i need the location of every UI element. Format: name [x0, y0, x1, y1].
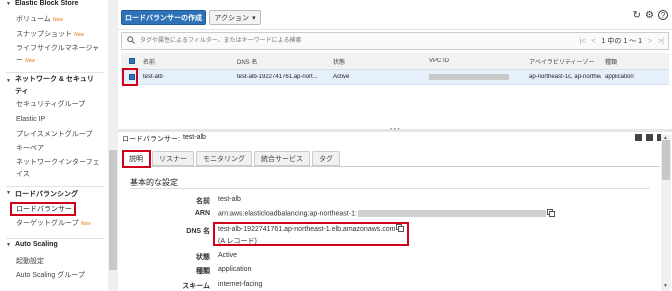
search-icon: [127, 36, 135, 46]
sidebar-item-target-groups[interactable]: ターゲットグループ New: [0, 218, 91, 230]
load-balancer-table: 名前 DNS 名 状態 VPC ID アベイラビリティーゾー 種類 test-a…: [121, 53, 669, 85]
column-header-state[interactable]: 状態: [329, 57, 425, 66]
highlight-box-row-checkbox: [122, 68, 138, 86]
sidebar-scrollbar-thumb[interactable]: [109, 150, 117, 270]
sidebar-item-placement-groups[interactable]: プレイスメントグループ: [0, 129, 92, 140]
detail-scrollbar-thumb[interactable]: [662, 140, 670, 180]
sidebar-divider: [6, 72, 104, 73]
new-badge: New: [80, 221, 91, 227]
new-badge: New: [74, 32, 85, 38]
cell-state: Active: [333, 74, 350, 80]
scroll-up-icon[interactable]: ▲: [663, 135, 668, 141]
search-input[interactable]: [140, 35, 440, 47]
cell-dns: test-alb-1922741761.ap-nort...: [237, 74, 318, 80]
tab-integrated-services[interactable]: 統合サービス: [254, 151, 310, 166]
column-header-az[interactable]: アベイラビリティーゾー: [525, 57, 601, 66]
cell-az: ap-northeast-1c, ap-northeast-: [529, 74, 601, 80]
collapse-triangle-icon: ▼: [6, 78, 11, 84]
arn-redacted: [357, 210, 546, 217]
cell-type: application: [605, 74, 634, 80]
sidebar-header-load-balancing[interactable]: ▼ ロードバランシング: [0, 189, 84, 199]
sidebar-header-auto-scaling[interactable]: ▼ Auto Scaling: [0, 241, 64, 248]
highlight-box-dns-name: [213, 222, 409, 246]
cell-vpc-redacted: [425, 73, 525, 81]
copy-icon[interactable]: [548, 210, 555, 217]
maximize-panel-icon[interactable]: [635, 134, 642, 141]
last-page-button[interactable]: >|: [658, 38, 664, 45]
cell-name: test-alb: [143, 74, 163, 80]
sidebar-item-network-interfaces[interactable]: ネットワークインターフェイス: [0, 157, 104, 181]
sidebar-header-network-security[interactable]: ▼ ネットワーク & セキュリティ: [0, 74, 106, 98]
sidebar-header-ebs[interactable]: ▼ Elastic Block Store: [0, 0, 84, 7]
column-header-vpc[interactable]: VPC ID: [425, 58, 525, 64]
section-divider: [130, 188, 650, 189]
sidebar-item-elastic-ip[interactable]: Elastic IP: [0, 114, 45, 125]
scroll-down-icon[interactable]: ▼: [663, 283, 668, 289]
sidebar-item-volumes[interactable]: ボリューム New: [0, 14, 63, 26]
tab-tags[interactable]: タグ: [312, 151, 340, 166]
sidebar-item-lifecycle-manager[interactable]: ライフサイクルマネージャー New: [0, 43, 104, 67]
select-all-checkbox[interactable]: [121, 58, 139, 64]
toolbar: ロードバランサーの作成 アクション ▾ ↻ ⚙ ?: [118, 0, 672, 30]
gear-icon[interactable]: ⚙: [645, 10, 654, 21]
prev-page-button[interactable]: <: [591, 38, 595, 45]
highlight-box-sidebar-load-balancers: [10, 202, 76, 216]
pagination-count: 1 中の 1 ～ 1: [601, 38, 642, 45]
table-row[interactable]: test-alb test-alb-1922741761.ap-nort... …: [121, 70, 669, 85]
collapse-triangle-icon: ▼: [6, 1, 11, 7]
sidebar: ▼ Elastic Block Store ボリューム New スナップショット Ne…: [0, 0, 118, 291]
filter-bar: |< < 1 中の 1 ～ 1 > >|: [121, 32, 669, 50]
new-badge: New: [52, 17, 63, 23]
column-header-type[interactable]: 種類: [601, 57, 661, 66]
new-badge: New: [25, 58, 36, 64]
drag-handle-icon[interactable]: • • •: [390, 127, 400, 133]
detail-title: ロードバランサー: test-alb: [122, 134, 206, 143]
sidebar-divider: [6, 186, 104, 187]
sidebar-item-launch-configurations[interactable]: 起動設定: [0, 256, 44, 267]
column-header-dns[interactable]: DNS 名: [233, 57, 329, 66]
collapse-triangle-icon: ▼: [6, 242, 11, 248]
first-page-button[interactable]: |<: [580, 38, 586, 45]
help-icon[interactable]: ?: [658, 10, 668, 20]
sidebar-item-snapshots[interactable]: スナップショット New: [0, 29, 84, 41]
next-page-button[interactable]: >: [648, 38, 652, 45]
tab-divider: [122, 166, 660, 167]
refresh-icon[interactable]: ↻: [633, 10, 641, 21]
tab-monitoring[interactable]: モニタリング: [196, 151, 252, 166]
column-header-name[interactable]: 名前: [139, 57, 233, 66]
sidebar-divider: [6, 238, 104, 239]
section-title: 基本的な設定: [130, 178, 178, 187]
chevron-down-icon: ▾: [252, 14, 256, 22]
sidebar-item-auto-scaling-groups[interactable]: Auto Scaling グループ: [0, 270, 85, 281]
split-panel-icon[interactable]: [646, 134, 653, 141]
highlight-box-description-tab: [122, 150, 151, 168]
actions-dropdown[interactable]: アクション ▾: [209, 10, 261, 25]
create-load-balancer-button[interactable]: ロードバランサーの作成: [121, 10, 206, 25]
sidebar-item-key-pairs[interactable]: キーペア: [0, 143, 44, 154]
collapse-triangle-icon: ▼: [6, 190, 11, 196]
tab-listeners[interactable]: リスナー: [152, 151, 194, 166]
sidebar-item-security-groups[interactable]: セキュリティグループ: [0, 99, 85, 110]
table-header-row: 名前 DNS 名 状態 VPC ID アベイラビリティーゾー 種類: [121, 53, 669, 70]
detail-tabs: 説明 リスナー モニタリング 統合サービス タグ: [122, 151, 340, 166]
